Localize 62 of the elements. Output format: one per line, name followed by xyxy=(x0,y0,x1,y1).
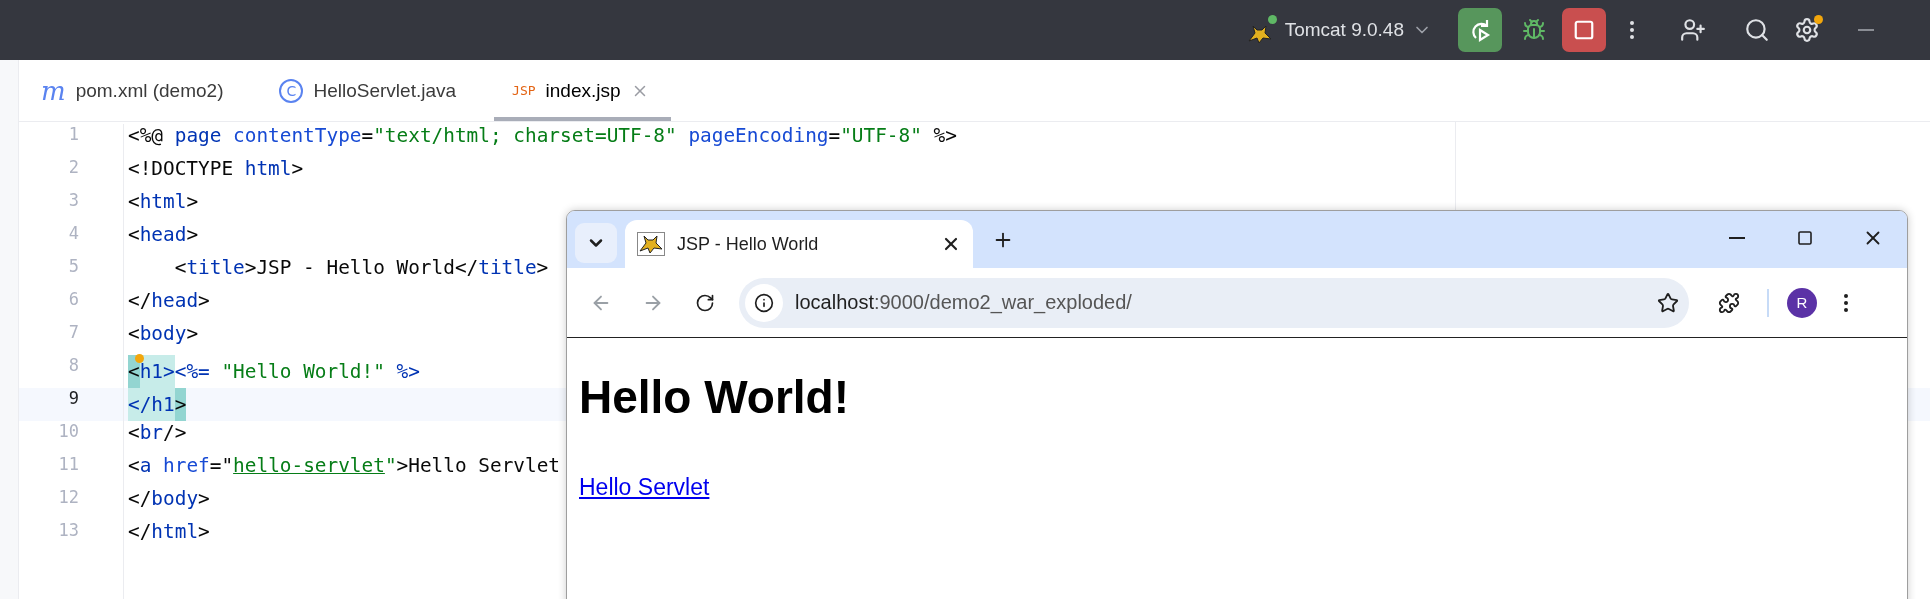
rerun-button[interactable] xyxy=(1458,8,1502,52)
browser-tab[interactable]: JSP - Hello World xyxy=(625,220,973,268)
jsp-icon: JSP xyxy=(512,83,536,98)
line-number: 6 xyxy=(67,289,80,311)
line-number: 10 xyxy=(57,421,80,443)
site-info-button[interactable] xyxy=(745,283,783,322)
search-icon[interactable] xyxy=(1744,17,1770,43)
stop-icon xyxy=(1573,19,1595,41)
bug-icon[interactable] xyxy=(1522,18,1546,42)
run-configuration[interactable]: Tomcat 9.0.48 xyxy=(1246,15,1432,45)
code-line: <br/> xyxy=(128,421,187,446)
code-line: <a href="hello-servlet">Hello Servlet xyxy=(128,454,560,479)
maximize-icon xyxy=(1797,229,1813,246)
reload-icon xyxy=(695,292,715,313)
line-number: 8 xyxy=(67,355,80,377)
code-line: <html> xyxy=(128,190,199,215)
matched-tag: </h1 xyxy=(128,388,175,421)
tab-label: index.jsp xyxy=(545,79,621,102)
code-text: <%= "Hello World!" %> xyxy=(174,359,420,385)
editor-tab[interactable]: C HelloServlet.java xyxy=(261,60,479,121)
settings-icon[interactable] xyxy=(1794,17,1820,43)
line-number: 4 xyxy=(67,223,80,245)
page-heading: Hello World! xyxy=(579,370,851,424)
line-number: 1 xyxy=(67,124,80,146)
servlet-link[interactable]: Hello Servlet xyxy=(579,474,710,500)
code-line: <head> xyxy=(128,223,199,248)
code-line: </html> xyxy=(128,520,210,545)
line-number: 7 xyxy=(67,322,80,344)
tab-label: pom.xml (demo2) xyxy=(75,79,224,102)
tab-label: HelloServlet.java xyxy=(313,79,457,102)
code-line: <title>JSP - Hello World</title> xyxy=(173,256,549,281)
code-line: </head> xyxy=(128,289,210,314)
code-line: <!DOCTYPE html> xyxy=(128,157,304,182)
code-line: <body> xyxy=(128,322,199,347)
code-line: </body> xyxy=(128,487,210,512)
matched-tag: h1> xyxy=(139,355,175,388)
add-user-icon[interactable] xyxy=(1680,17,1706,43)
line-number: 5 xyxy=(67,256,80,278)
editor-tab[interactable]: JSP index.jsp xyxy=(494,60,671,121)
line-number: 9 xyxy=(19,388,123,421)
line-number: 11 xyxy=(57,454,80,476)
line-number: 12 xyxy=(57,487,80,509)
info-icon xyxy=(754,292,774,313)
profile-avatar[interactable]: R xyxy=(1787,287,1817,318)
favicon-icon xyxy=(637,232,665,256)
address-bar[interactable]: localhost:9000/demo2_war_exploded/ xyxy=(739,277,1689,328)
line-number: 3 xyxy=(67,190,80,212)
url-text: localhost:9000/demo2_war_exploded/ xyxy=(795,291,1133,314)
stop-button[interactable] xyxy=(1562,8,1606,52)
more-icon xyxy=(1844,293,1848,312)
tab-list-button[interactable] xyxy=(575,222,617,263)
code-line: <%@ page contentType="text/html; charset=UTF-8" pageEncoding="UTF-8" %> xyxy=(128,124,957,149)
line-number: 2 xyxy=(67,157,80,179)
class-icon: C xyxy=(279,78,304,103)
marker-dot xyxy=(135,354,144,363)
minimize-icon xyxy=(1729,236,1745,239)
bookmark-star-icon[interactable] xyxy=(1657,291,1679,314)
editor-tab[interactable]: m pom.xml (demo2) xyxy=(23,60,246,121)
maven-icon: m xyxy=(41,75,66,106)
more-icon[interactable] xyxy=(1630,21,1634,39)
line-number: 13 xyxy=(57,520,80,542)
puzzle-icon xyxy=(1718,291,1740,314)
